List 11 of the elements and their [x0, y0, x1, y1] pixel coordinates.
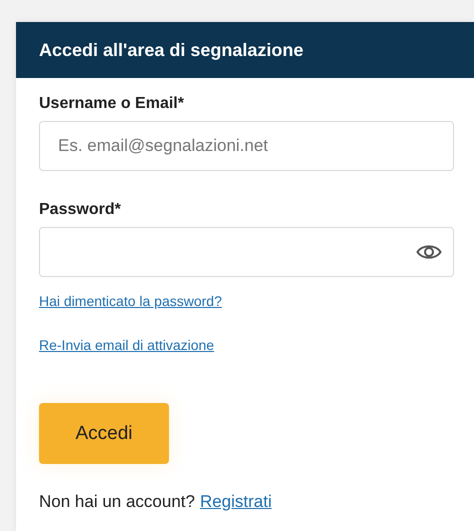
username-field[interactable]: Es. email@segnalazioni.net — [39, 121, 454, 171]
register-link[interactable]: Registrati — [200, 492, 272, 512]
eye-icon[interactable] — [416, 243, 442, 261]
signup-prompt: Non hai un account? — [39, 492, 195, 512]
login-button[interactable]: Accedi — [39, 403, 169, 464]
field-label: Password* — [39, 201, 122, 219]
field-label: Username o Email* — [39, 95, 185, 113]
link[interactable]: Hai dimenticato la password? — [39, 293, 222, 309]
password-field[interactable] — [39, 227, 454, 277]
card-title: Accedi all'area di segnalazione — [39, 40, 304, 60]
link[interactable]: Re-Invia email di attivazione — [39, 337, 214, 353]
